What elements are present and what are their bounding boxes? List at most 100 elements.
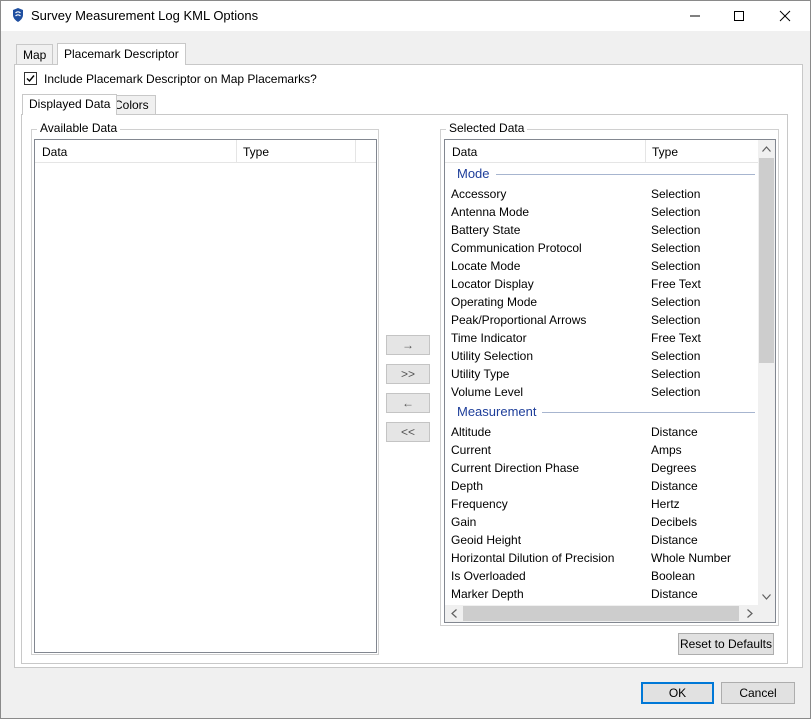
list-item[interactable]: Accessory Selection bbox=[445, 185, 758, 203]
scroll-up-icon[interactable] bbox=[758, 140, 775, 157]
list-item-data: Battery State bbox=[451, 223, 521, 237]
list-item-data: Operating Mode bbox=[451, 295, 538, 309]
list-item-type: Selection bbox=[651, 367, 701, 381]
maximize-icon bbox=[734, 11, 744, 21]
list-item-type: Amps bbox=[651, 443, 682, 457]
list-item[interactable]: Current Amps bbox=[445, 441, 758, 459]
minimize-icon bbox=[690, 15, 700, 17]
include-descriptor-checkbox[interactable] bbox=[24, 72, 37, 85]
list-item-data: Altitude bbox=[451, 425, 492, 439]
horizontal-scroll-thumb[interactable] bbox=[463, 606, 739, 621]
list-item-type: Free Text bbox=[651, 277, 701, 291]
list-item[interactable]: Locator Display Free Text bbox=[445, 275, 758, 293]
list-item-type: Hertz bbox=[651, 497, 680, 511]
ok-button[interactable]: OK bbox=[641, 682, 714, 704]
available-data-title: Available Data bbox=[37, 121, 121, 135]
list-item[interactable]: Altitude Distance bbox=[445, 423, 758, 441]
tab-map[interactable]: Map bbox=[16, 44, 54, 64]
close-icon bbox=[779, 10, 791, 22]
list-item[interactable]: Utility Selection Selection bbox=[445, 347, 758, 365]
group-header[interactable]: Measurement bbox=[445, 401, 755, 423]
list-item[interactable]: Horizontal Dilution of Precision Whole Nu… bbox=[445, 549, 758, 567]
list-item-type: Free Text bbox=[651, 331, 701, 345]
vertical-scrollbar[interactable] bbox=[758, 140, 775, 605]
list-item[interactable]: Utility Type Selection bbox=[445, 365, 758, 383]
list-item-type: Selection bbox=[651, 205, 701, 219]
remove-all-button[interactable]: << bbox=[386, 422, 430, 442]
list-item[interactable]: Locate Mode Selection bbox=[445, 257, 758, 275]
list-item-type: Decibels bbox=[651, 515, 698, 529]
vertical-scroll-thumb[interactable] bbox=[759, 158, 774, 363]
list-item-data: Utility Selection bbox=[451, 349, 534, 363]
maximize-button[interactable] bbox=[716, 1, 762, 31]
scroll-down-icon[interactable] bbox=[758, 588, 775, 605]
selected-col-data[interactable]: Data bbox=[452, 145, 477, 159]
app-logo-icon bbox=[10, 7, 26, 23]
list-item[interactable]: Current Direction Phase Degrees bbox=[445, 459, 758, 477]
list-item-type: Selection bbox=[651, 259, 701, 273]
list-item-data: Utility Type bbox=[451, 367, 510, 381]
include-descriptor-label[interactable]: Include Placemark Descriptor on Map Plac… bbox=[44, 72, 317, 86]
list-item-data: Depth bbox=[451, 479, 484, 493]
group-header-rule bbox=[496, 174, 755, 175]
list-item-type: Selection bbox=[651, 187, 701, 201]
available-column-header: Data Type bbox=[35, 140, 376, 163]
list-item[interactable]: Geoid Height Distance bbox=[445, 531, 758, 549]
group-header-rule bbox=[542, 412, 755, 413]
list-item-data: Marker Depth bbox=[451, 587, 524, 601]
tab-displayed-data[interactable]: Displayed Data bbox=[22, 94, 118, 115]
selected-column-header: Data Type bbox=[445, 140, 759, 163]
list-item[interactable]: Battery State Selection bbox=[445, 221, 758, 239]
list-item-data: Communication Protocol bbox=[451, 241, 582, 255]
scroll-right-icon[interactable] bbox=[741, 605, 758, 622]
list-item[interactable]: Peak/Proportional Arrows Selection bbox=[445, 311, 758, 329]
list-item-type: Distance bbox=[651, 425, 698, 439]
available-col-type[interactable]: Type bbox=[243, 145, 269, 159]
list-item[interactable]: Operating Mode Selection bbox=[445, 293, 758, 311]
cancel-button[interactable]: Cancel bbox=[721, 682, 795, 704]
scroll-left-icon[interactable] bbox=[445, 605, 462, 622]
list-item[interactable]: Marker Depth Distance bbox=[445, 585, 758, 603]
list-item-type: Distance bbox=[651, 533, 698, 547]
list-item-data: Time Indicator bbox=[451, 331, 527, 345]
list-item-data: Horizontal Dilution of Precision bbox=[451, 551, 615, 565]
available-col-data[interactable]: Data bbox=[42, 145, 67, 159]
list-item[interactable]: Time Indicator Free Text bbox=[445, 329, 758, 347]
list-item[interactable]: Volume Level Selection bbox=[445, 383, 758, 401]
list-item[interactable]: Antenna Mode Selection bbox=[445, 203, 758, 221]
list-item-type: Selection bbox=[651, 223, 701, 237]
list-item-data: Locate Mode bbox=[451, 259, 521, 273]
list-item-data: Geoid Height bbox=[451, 533, 522, 547]
available-data-list[interactable]: Data Type bbox=[34, 139, 377, 653]
list-item-type: Degrees bbox=[651, 461, 697, 475]
reset-to-defaults-button[interactable]: Reset to Defaults bbox=[678, 633, 774, 655]
tab-placemark-descriptor[interactable]: Placemark Descriptor bbox=[57, 43, 186, 65]
selected-col-type[interactable]: Type bbox=[652, 145, 678, 159]
list-item-type: Selection bbox=[651, 295, 701, 309]
add-all-button[interactable]: >> bbox=[386, 364, 430, 384]
checkmark-icon bbox=[26, 75, 35, 83]
list-item[interactable]: Is Overloaded Boolean bbox=[445, 567, 758, 585]
list-item-data: Frequency bbox=[451, 497, 508, 511]
list-item-data: Current Direction Phase bbox=[451, 461, 580, 475]
list-item-data: Volume Level bbox=[451, 385, 524, 399]
list-item-data: Peak/Proportional Arrows bbox=[451, 313, 587, 327]
group-header-label: Measurement bbox=[457, 404, 541, 419]
list-item-data: Accessory bbox=[451, 187, 507, 201]
list-item[interactable]: Gain Decibels bbox=[445, 513, 758, 531]
close-button[interactable] bbox=[762, 1, 808, 31]
list-item-type: Boolean bbox=[651, 569, 696, 583]
list-item-type: Distance bbox=[651, 479, 698, 493]
list-item[interactable]: Frequency Hertz bbox=[445, 495, 758, 513]
minimize-button[interactable] bbox=[672, 1, 718, 31]
scrollbar-corner bbox=[758, 605, 775, 622]
selected-data-title: Selected Data bbox=[446, 121, 528, 135]
selected-data-list[interactable]: Data Type Mode Accessory Selection Antenna … bbox=[444, 139, 776, 623]
group-header-label: Mode bbox=[457, 166, 494, 181]
remove-selected-button[interactable]: ← bbox=[386, 393, 430, 413]
group-header[interactable]: Mode bbox=[445, 163, 755, 185]
horizontal-scrollbar[interactable] bbox=[445, 605, 758, 622]
list-item[interactable]: Depth Distance bbox=[445, 477, 758, 495]
add-selected-button[interactable]: → bbox=[386, 335, 430, 355]
list-item[interactable]: Communication Protocol Selection bbox=[445, 239, 758, 257]
